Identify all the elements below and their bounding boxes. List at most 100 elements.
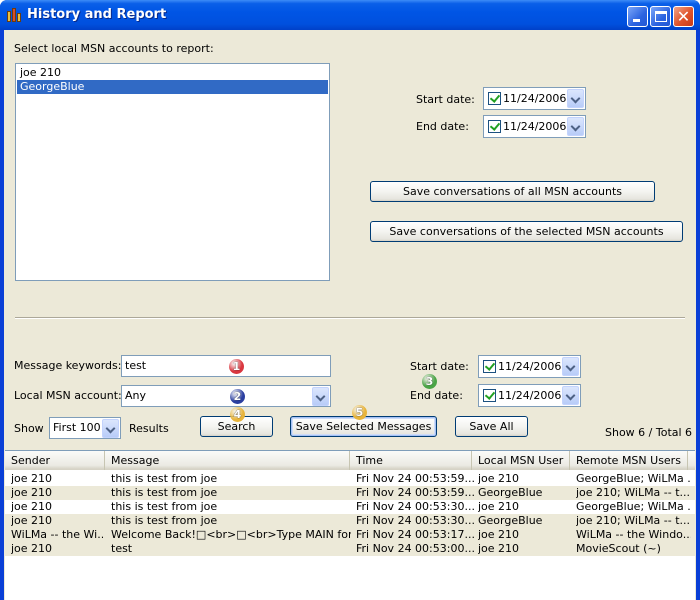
cell-time: Fri Nov 24 00:53:59...	[356, 486, 474, 499]
minimize-button[interactable]	[627, 6, 648, 27]
cell-remote-users: joe 210; WiLMa -- t...	[576, 486, 691, 499]
results-status: Show 6 / Total 6	[605, 426, 693, 439]
table-header: Sender Message Time Local MSN User Remot…	[5, 451, 695, 470]
column-header-sender[interactable]: Sender	[5, 451, 105, 470]
table-row[interactable]: joe 210 this is test from joe Fri Nov 24 0…	[5, 500, 695, 514]
show-count-value: First 100	[53, 421, 101, 434]
cell-time: Fri Nov 24 00:53:59...	[356, 472, 474, 485]
account-item[interactable]: joe 210	[17, 66, 328, 80]
cell-local-user: GeorgeBlue	[478, 486, 543, 499]
cell-message: test	[111, 542, 133, 555]
table-row[interactable]: joe 210 test Fri Nov 24 00:53:00... joe 210…	[5, 542, 695, 556]
show-count-select[interactable]: First 100	[49, 417, 121, 439]
cell-sender: joe 210	[11, 500, 53, 513]
cell-sender: joe 210	[11, 486, 53, 499]
cell-local-user: joe 210	[478, 528, 520, 541]
accounts-label: Select local MSN accounts to report:	[14, 42, 214, 55]
cell-message: this is test from joe	[111, 472, 218, 485]
column-header-local-user[interactable]: Local MSN User	[472, 451, 570, 470]
cell-remote-users: MovieScout (~)	[576, 542, 661, 555]
badge-3: 3	[422, 374, 437, 389]
messages-table[interactable]: Sender Message Time Local MSN User Remot…	[5, 450, 695, 600]
search-start-date-picker[interactable]: 11/24/2006	[478, 355, 581, 378]
cell-message: this is test from joe	[111, 514, 218, 527]
cell-sender: joe 210	[11, 542, 53, 555]
search-end-date-picker[interactable]: 11/24/2006	[478, 384, 581, 407]
maximize-button[interactable]	[650, 6, 671, 27]
badge-2: 2	[230, 389, 245, 404]
cell-time: Fri Nov 24 00:53:30...	[356, 500, 474, 513]
local-account-label: Local MSN account:	[14, 389, 122, 402]
table-row[interactable]: joe 210 this is test from joe Fri Nov 24 0…	[5, 472, 695, 486]
table-row[interactable]: joe 210 this is test from joe Fri Nov 24 0…	[5, 514, 695, 528]
maximize-icon	[655, 11, 667, 22]
cell-message: this is test from joe	[111, 500, 218, 513]
report-end-date-value: 11/24/2006	[503, 120, 567, 133]
chevron-down-icon[interactable]	[102, 419, 119, 438]
chevron-down-icon[interactable]	[562, 386, 579, 405]
client-area: Select local MSN accounts to report: joe…	[4, 30, 696, 600]
keywords-input[interactable]: test	[121, 355, 331, 377]
chevron-down-icon[interactable]	[567, 89, 584, 108]
title-bar[interactable]: History and Report ✕	[0, 0, 700, 30]
column-header-remote-users[interactable]: Remote MSN Users	[570, 451, 688, 470]
account-item-selected[interactable]: GeorgeBlue	[17, 80, 328, 94]
close-icon: ✕	[676, 7, 691, 26]
save-all-accounts-button[interactable]: Save conversations of all MSN accounts	[370, 181, 655, 202]
cell-message: this is test from joe	[111, 486, 218, 499]
close-button[interactable]: ✕	[673, 6, 694, 27]
cell-sender: joe 210	[11, 472, 53, 485]
window-title: History and Report	[27, 7, 167, 22]
show-label: Show	[14, 422, 44, 435]
local-account-value: Any	[125, 389, 147, 402]
chart-app-icon	[6, 7, 22, 23]
chevron-down-icon[interactable]	[562, 357, 579, 376]
local-account-select[interactable]: Any	[121, 385, 331, 407]
column-header-time[interactable]: Time	[350, 451, 472, 470]
cell-local-user: GeorgeBlue	[478, 514, 543, 527]
cell-remote-users: joe 210; WiLMa -- t...	[576, 514, 691, 527]
table-row[interactable]: WiLMa -- the Wi... Welcome Back!□<br>□<br…	[5, 528, 695, 542]
search-start-date-value: 11/24/2006	[498, 360, 562, 373]
chevron-down-icon[interactable]	[312, 387, 329, 406]
report-start-date-value: 11/24/2006	[503, 92, 567, 105]
cell-remote-users: WiLMa -- the Windo...	[576, 528, 691, 541]
chevron-down-icon[interactable]	[567, 117, 584, 136]
cell-sender: joe 210	[11, 514, 53, 527]
cell-sender: WiLMa -- the Wi...	[11, 528, 103, 541]
search-start-date-checkbox[interactable]	[483, 360, 496, 373]
save-all-messages-button[interactable]: Save All	[455, 416, 528, 437]
save-selected-messages-button[interactable]: Save Selected Messages	[290, 416, 437, 437]
cell-remote-users: GeorgeBlue; WiLMa ...	[576, 500, 691, 513]
cell-local-user: joe 210	[478, 542, 520, 555]
section-divider	[15, 317, 685, 319]
cell-time: Fri Nov 24 00:53:00...	[356, 542, 474, 555]
badge-1: 1	[229, 359, 244, 374]
history-report-window: History and Report ✕ Select local MSN ac…	[0, 0, 700, 600]
save-selected-accounts-button[interactable]: Save conversations of the selected MSN a…	[370, 221, 683, 242]
cell-remote-users: GeorgeBlue; WiLMa ...	[576, 472, 691, 485]
search-start-date-label: Start date:	[410, 360, 469, 373]
badge-4: 4	[230, 407, 245, 422]
cell-local-user: joe 210	[478, 472, 520, 485]
report-start-date-checkbox[interactable]	[488, 92, 501, 105]
report-start-date-label: Start date:	[416, 93, 475, 106]
cell-local-user: joe 210	[478, 500, 520, 513]
report-start-date-picker[interactable]: 11/24/2006	[483, 87, 586, 110]
search-end-date-checkbox[interactable]	[483, 389, 496, 402]
search-end-date-value: 11/24/2006	[498, 389, 562, 402]
keywords-label: Message keywords:	[14, 359, 122, 372]
table-row[interactable]: joe 210 this is test from joe Fri Nov 24 0…	[5, 486, 695, 500]
cell-time: Fri Nov 24 00:53:30...	[356, 514, 474, 527]
minimize-icon	[633, 19, 640, 22]
results-label: Results	[129, 422, 169, 435]
accounts-listbox[interactable]: joe 210 GeorgeBlue	[15, 63, 330, 281]
cell-message: Welcome Back!□<br>□<br>Type MAIN for ...	[111, 528, 351, 541]
report-end-date-checkbox[interactable]	[488, 120, 501, 133]
badge-5: 5	[352, 405, 367, 420]
report-end-date-label: End date:	[416, 120, 469, 133]
report-end-date-picker[interactable]: 11/24/2006	[483, 115, 586, 138]
column-header-message[interactable]: Message	[105, 451, 350, 470]
search-end-date-label: End date:	[410, 389, 463, 402]
cell-time: Fri Nov 24 00:53:17...	[356, 528, 474, 541]
